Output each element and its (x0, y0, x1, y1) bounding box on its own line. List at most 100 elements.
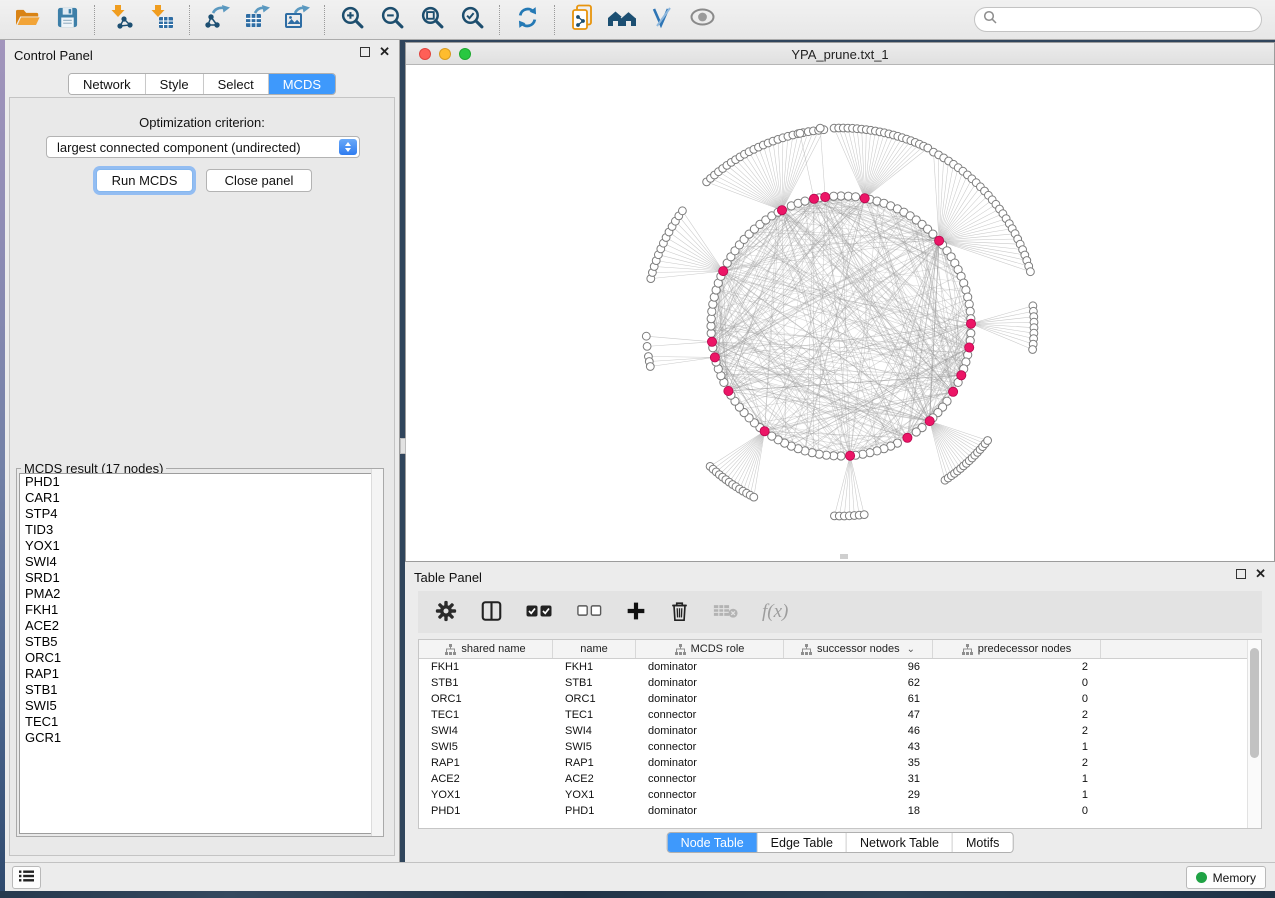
zoom-in-button[interactable] (334, 4, 370, 36)
search-input[interactable] (997, 12, 1253, 27)
table-cell: connector (636, 771, 784, 787)
sort-descending-icon: ⌄ (907, 644, 915, 655)
mcds-result-item[interactable]: STP4 (20, 506, 380, 522)
new-network-from-selection-button[interactable] (564, 4, 600, 36)
zoom-fit-button[interactable] (414, 4, 450, 36)
table-row[interactable]: STB1STB1dominator620 (419, 675, 1247, 691)
mcds-result-item[interactable]: ACE2 (20, 618, 380, 634)
tab-style[interactable]: Style (146, 74, 204, 94)
column-header-predecessor-nodes[interactable]: predecessor nodes (933, 640, 1101, 658)
table-row[interactable]: FKH1FKH1dominator962 (419, 659, 1247, 675)
table-row[interactable]: SWI5SWI5connector431 (419, 739, 1247, 755)
zoom-selected-button[interactable] (454, 4, 490, 36)
export-image-button[interactable] (279, 4, 315, 36)
mcds-result-scrollbar[interactable] (371, 469, 383, 836)
table-row[interactable]: TEC1TEC1connector472 (419, 707, 1247, 723)
memory-button[interactable]: Memory (1186, 866, 1266, 889)
mcds-result-item[interactable]: TEC1 (20, 714, 380, 730)
table-cell: 46 (784, 723, 933, 739)
mcds-result-item[interactable]: SWI4 (20, 554, 380, 570)
delete-table-button[interactable] (713, 602, 738, 622)
table-row[interactable]: RAP1RAP1dominator352 (419, 755, 1247, 771)
table-row[interactable]: ACE2ACE2connector311 (419, 771, 1247, 787)
table-settings-button[interactable] (435, 600, 457, 625)
close-panel-icon[interactable]: ✕ (379, 47, 390, 57)
delete-column-button[interactable] (670, 600, 689, 625)
column-chooser-button[interactable] (481, 600, 502, 625)
table-row[interactable]: PHD1PHD1dominator180 (419, 803, 1247, 819)
tab-select[interactable]: Select (204, 74, 269, 94)
mcds-result-item[interactable]: ORC1 (20, 650, 380, 666)
mcds-result-item[interactable]: STB1 (20, 682, 380, 698)
table-row[interactable]: YOX1YOX1connector291 (419, 787, 1247, 803)
run-mcds-button[interactable]: Run MCDS (96, 169, 193, 192)
canvas-resize-handle[interactable] (840, 554, 848, 559)
table-cell: SWI5 (419, 739, 553, 755)
mcds-result-item[interactable]: TID3 (20, 522, 380, 538)
mcds-result-item[interactable]: FKH1 (20, 602, 380, 618)
optimization-criterion-select[interactable]: largest connected component (undirected) (46, 136, 360, 158)
mcds-result-item[interactable]: STB5 (20, 634, 380, 650)
column-header-MCDS-role[interactable]: MCDS role (636, 640, 784, 658)
save-session-button[interactable] (49, 4, 85, 36)
table-panel-title: Table Panel (414, 570, 482, 585)
mcds-result-list[interactable]: PHD1CAR1STP4TID3YOX1SWI4SRD1PMA2FKH1ACE2… (19, 473, 381, 834)
column-header-successor-nodes[interactable]: successor nodes⌄ (784, 640, 933, 658)
network-window-titlebar[interactable]: YPA_prune.txt_1 (406, 43, 1274, 65)
visual-style-button[interactable] (644, 4, 680, 36)
trash-icon (670, 600, 689, 625)
tab-network[interactable]: Network (69, 74, 146, 94)
panel-splitter-handle[interactable] (400, 438, 406, 454)
table-row[interactable]: ORC1ORC1dominator610 (419, 691, 1247, 707)
mcds-result-item[interactable]: GCR1 (20, 730, 380, 746)
optimization-criterion-label: Optimization criterion: (10, 115, 394, 130)
add-column-button[interactable] (626, 601, 646, 624)
import-network-button[interactable] (104, 4, 140, 36)
tab-node-table[interactable]: Node Table (668, 833, 758, 852)
table-cell: ORC1 (419, 691, 553, 707)
close-panel-button[interactable]: Close panel (206, 169, 312, 192)
mcds-result-item[interactable]: RAP1 (20, 666, 380, 682)
tab-network-table[interactable]: Network Table (847, 833, 953, 852)
mcds-result-item[interactable]: SWI5 (20, 698, 380, 714)
show-hide-button[interactable] (684, 4, 720, 36)
function-builder-button[interactable]: f(x) (762, 601, 788, 623)
table-cell: 2 (933, 723, 1101, 739)
float-panel-icon[interactable] (1236, 569, 1246, 579)
table-panel: Table Panel ✕ f(x) shared namenameMCDS r… (405, 562, 1275, 862)
export-table-button[interactable] (239, 4, 275, 36)
float-panel-icon[interactable] (360, 47, 370, 57)
mcds-result-item[interactable]: PHD1 (20, 474, 380, 490)
open-session-button[interactable] (9, 4, 45, 36)
mcds-result-item[interactable]: YOX1 (20, 538, 380, 554)
mcds-result-group: MCDS result (17 nodes) PHD1CAR1STP4TID3Y… (16, 468, 384, 837)
zoom-out-button[interactable] (374, 4, 410, 36)
table-row[interactable]: SWI4SWI4dominator462 (419, 723, 1247, 739)
tab-mcds[interactable]: MCDS (269, 74, 335, 94)
column-header-shared-name[interactable]: shared name (419, 640, 553, 658)
table-cell: SWI4 (419, 723, 553, 739)
houses-icon (607, 5, 637, 34)
tab-edge-table[interactable]: Edge Table (758, 833, 847, 852)
status-bar: Memory (5, 862, 1275, 891)
export-network-button[interactable] (199, 4, 235, 36)
select-all-button[interactable] (526, 604, 553, 621)
import-table-button[interactable] (144, 4, 180, 36)
table-cell: dominator (636, 691, 784, 707)
mcds-result-item[interactable]: SRD1 (20, 570, 380, 586)
refresh-button[interactable] (509, 4, 545, 36)
table-cell: SWI4 (553, 723, 636, 739)
deselect-all-button[interactable] (577, 604, 602, 620)
table-scrollbar-thumb[interactable] (1250, 648, 1259, 758)
search-box[interactable] (974, 7, 1262, 32)
network-canvas[interactable] (406, 65, 1274, 561)
mcds-result-item[interactable]: PMA2 (20, 586, 380, 602)
go-home-button[interactable] (604, 4, 640, 36)
network-graph[interactable] (406, 65, 1274, 561)
column-header-name[interactable]: name (553, 640, 636, 658)
show-panels-button[interactable] (12, 866, 41, 889)
table-scrollbar[interactable] (1247, 640, 1261, 828)
close-panel-icon[interactable]: ✕ (1255, 569, 1266, 579)
mcds-result-item[interactable]: CAR1 (20, 490, 380, 506)
tab-motifs[interactable]: Motifs (953, 833, 1012, 852)
